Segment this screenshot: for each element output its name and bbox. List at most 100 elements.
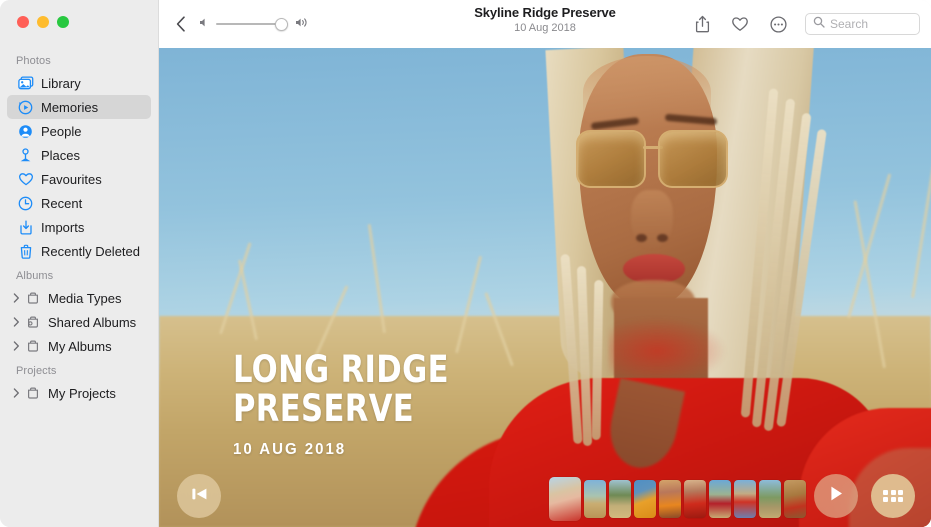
sidebar-group-title-photos: Photos <box>16 55 51 67</box>
thumbnail-strip[interactable] <box>549 477 806 521</box>
sidebar-item-label: Recent <box>41 196 83 211</box>
play-icon <box>828 485 844 507</box>
thumbnail-image <box>659 480 681 518</box>
thumbnail-item[interactable] <box>659 480 681 518</box>
toolbar-right-group: Search <box>683 0 920 48</box>
search-field[interactable]: Search <box>805 13 920 35</box>
chevron-right-icon[interactable] <box>9 341 23 351</box>
thumbnail-item[interactable] <box>784 480 806 518</box>
minimize-button[interactable] <box>37 16 49 28</box>
sidebar-item-label: My Projects <box>48 386 116 401</box>
thumbnail-image <box>709 480 731 518</box>
close-button[interactable] <box>17 16 29 28</box>
people-icon <box>17 123 34 139</box>
album-icon <box>24 290 41 306</box>
share-button[interactable] <box>683 11 721 37</box>
sidebar-scroll-area[interactable]: Photos Library Memories People Places Fa… <box>0 48 158 527</box>
sidebar-item-imports[interactable]: Imports <box>7 215 151 239</box>
sidebar-item-places[interactable]: Places <box>7 143 151 167</box>
thumbnail-image <box>634 480 656 518</box>
maximize-button[interactable] <box>57 16 69 28</box>
thumbnail-image <box>609 480 631 518</box>
memory-photo: Long Ridge Preserve 10 Aug 2018 <box>159 48 931 527</box>
thumbnail-image <box>734 480 756 518</box>
sidebar: Photos Library Memories People Places Fa… <box>0 0 159 527</box>
library-icon <box>17 75 34 91</box>
sidebar-item-label: Imports <box>41 220 85 235</box>
more-button[interactable] <box>759 11 797 37</box>
memory-title-line-2: Preserve <box>233 387 415 431</box>
thumbnail-image <box>784 480 806 518</box>
clock-icon <box>17 195 34 211</box>
chevron-right-icon[interactable] <box>9 317 23 327</box>
sidebar-item-label: Memories <box>41 100 99 115</box>
sidebar-item-my-albums[interactable]: My Albums <box>7 334 151 358</box>
import-icon <box>17 219 34 235</box>
thumbnail-item[interactable] <box>549 477 581 521</box>
favourite-button[interactable] <box>721 11 759 37</box>
album-icon <box>24 338 41 354</box>
thumbnail-item[interactable] <box>609 480 631 518</box>
window-traffic-lights <box>17 16 69 28</box>
sidebar-item-media-types[interactable]: Media Types <box>7 286 151 310</box>
search-input[interactable]: Search <box>830 17 868 31</box>
sidebar-item-label: People <box>41 124 82 139</box>
chevron-right-icon[interactable] <box>9 388 23 398</box>
thumbnail-item[interactable] <box>759 480 781 518</box>
memory-photo-stage[interactable]: Long Ridge Preserve 10 Aug 2018 <box>159 48 931 527</box>
album-icon <box>24 385 41 401</box>
sidebar-item-recent[interactable]: Recent <box>7 191 151 215</box>
grid-button[interactable] <box>871 474 915 518</box>
thumbnail-item[interactable] <box>584 480 606 518</box>
back-button[interactable] <box>173 13 189 35</box>
volume-slider-knob[interactable] <box>275 17 288 31</box>
photos-window: Photos Library Memories People Places Fa… <box>0 0 931 527</box>
search-icon <box>813 15 825 33</box>
speaker-low-icon <box>199 15 209 33</box>
main-content: Skyline Ridge Preserve 10 Aug 2018 Searc… <box>159 0 931 527</box>
sidebar-item-label: Recently Deleted <box>41 244 140 259</box>
memories-icon <box>17 99 34 115</box>
memory-date: 10 Aug 2018 <box>233 441 347 458</box>
sidebar-item-library[interactable]: Library <box>7 71 151 95</box>
toolbar: Skyline Ridge Preserve 10 Aug 2018 Searc… <box>159 0 931 48</box>
thumbnail-item[interactable] <box>684 480 706 518</box>
sidebar-group-title-projects: Projects <box>16 365 57 377</box>
sidebar-item-label: Media Types <box>48 291 122 306</box>
sidebar-item-favourites[interactable]: Favourites <box>7 167 151 191</box>
play-button[interactable] <box>814 474 858 518</box>
sidebar-item-label: My Albums <box>48 339 112 354</box>
trash-icon <box>17 243 34 259</box>
sidebar-item-label: Places <box>41 148 81 163</box>
thumbnail-image <box>759 480 781 518</box>
sidebar-item-shared-albums[interactable]: Shared Albums <box>7 310 151 334</box>
thumbnail-item[interactable] <box>709 480 731 518</box>
sidebar-item-my-projects[interactable]: My Projects <box>7 381 151 405</box>
grid-icon <box>883 489 903 503</box>
thumbnail-item[interactable] <box>734 480 756 518</box>
playback-controls <box>159 465 931 527</box>
sidebar-item-recently-deleted[interactable]: Recently Deleted <box>7 239 151 263</box>
volume-control[interactable] <box>199 15 310 33</box>
thumbnail-item[interactable] <box>634 480 656 518</box>
shared-album-icon <box>24 314 41 330</box>
volume-slider[interactable] <box>216 17 288 31</box>
speaker-high-icon <box>295 15 310 33</box>
sidebar-item-people[interactable]: People <box>7 119 151 143</box>
previous-button[interactable] <box>177 474 221 518</box>
sidebar-item-label: Shared Albums <box>48 315 137 330</box>
skip-back-icon <box>190 486 209 507</box>
thumbnail-image <box>684 480 706 518</box>
places-icon <box>17 147 34 163</box>
memory-overlay-text: Long Ridge Preserve 10 Aug 2018 <box>233 348 468 459</box>
memory-title-line-1: Long Ridge <box>233 348 449 392</box>
sidebar-item-memories[interactable]: Memories <box>7 95 151 119</box>
toolbar-left-group <box>159 13 310 35</box>
thumbnail-image <box>549 477 581 521</box>
chevron-right-icon[interactable] <box>9 293 23 303</box>
thumbnail-image <box>584 480 606 518</box>
sidebar-group-title-albums: Albums <box>16 270 54 282</box>
heart-icon <box>17 171 34 187</box>
braid <box>591 279 604 441</box>
sidebar-item-label: Library <box>41 76 81 91</box>
